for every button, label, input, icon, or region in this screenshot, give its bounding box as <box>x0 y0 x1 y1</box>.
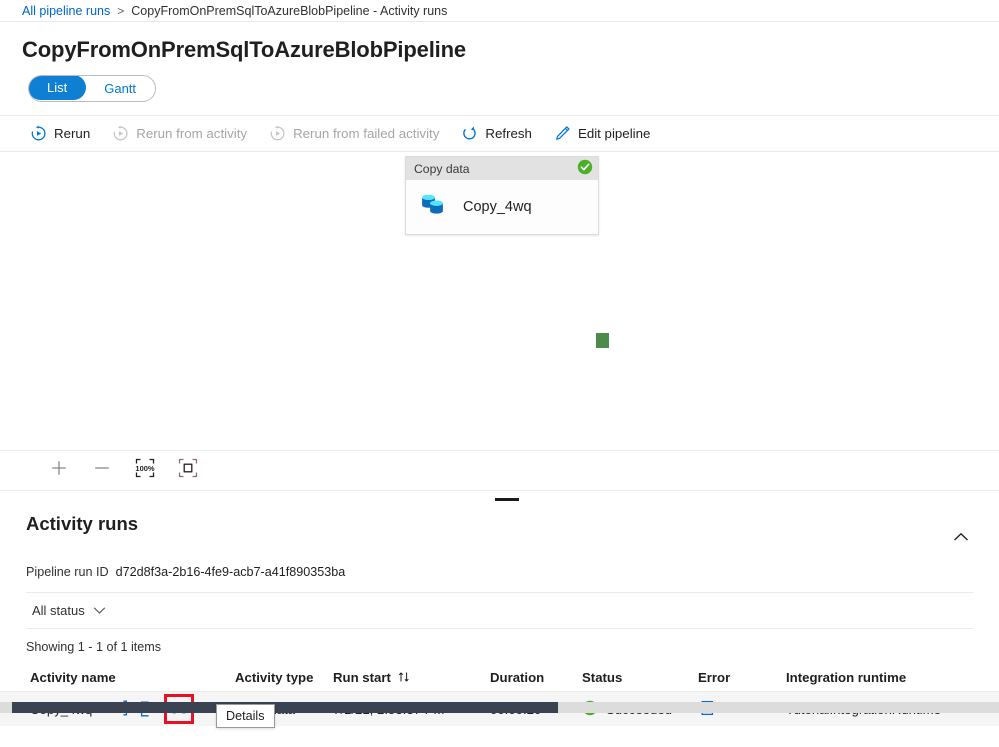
activity-node-body: Copy_4wq <box>406 180 598 234</box>
activity-node-header: Copy data <box>406 157 598 180</box>
rerun-from-failed-activity-label: Rerun from failed activity <box>293 126 439 141</box>
breadcrumb-link-all-pipeline-runs[interactable]: All pipeline runs <box>22 4 110 18</box>
refresh-icon <box>461 125 478 142</box>
page-title: CopyFromOnPremSqlToAzureBlobPipeline <box>0 22 999 63</box>
rerun-from-activity-label: Rerun from activity <box>136 126 247 141</box>
copy-data-icon <box>419 191 449 224</box>
canvas-zoom-toolbar: 100% <box>0 450 999 491</box>
activity-node-copy-data[interactable]: Copy data Copy_4wq <box>405 156 599 235</box>
activity-runs-header: Activity runs <box>0 511 999 555</box>
activity-node-output-port[interactable] <box>596 333 609 348</box>
column-header-integration-runtime[interactable]: Integration runtime <box>786 670 986 685</box>
breadcrumb-separator: > <box>117 4 124 18</box>
fit-screen-icon <box>177 457 199 484</box>
view-toggle-list[interactable]: List <box>28 75 86 100</box>
svg-text:100%: 100% <box>135 464 155 473</box>
column-header-error[interactable]: Error <box>698 670 786 685</box>
success-check-icon <box>577 159 593 178</box>
column-header-status[interactable]: Status <box>582 670 698 685</box>
rerun-from-failed-activity-button[interactable]: Rerun from failed activity <box>269 116 439 151</box>
zoom-out-button[interactable] <box>85 456 119 486</box>
status-filter-dropdown[interactable]: All status <box>26 600 112 621</box>
table-header-row: Activity name Activity type Run start Du… <box>0 663 999 692</box>
plus-icon <box>49 458 69 483</box>
breadcrumb-current: CopyFromOnPremSqlToAzureBlobPipeline - A… <box>131 4 447 18</box>
column-header-run-start[interactable]: Run start <box>333 670 490 685</box>
pipeline-run-id-label: Pipeline run ID <box>26 565 109 579</box>
activity-runs-collapse-button[interactable] <box>945 521 977 555</box>
activity-runs-table: Activity name Activity type Run start Du… <box>0 663 999 726</box>
column-header-duration[interactable]: Duration <box>490 670 582 685</box>
rerun-from-failed-activity-icon <box>269 125 286 142</box>
command-toolbar: Rerun Rerun from activity Rerun from fai… <box>0 115 999 152</box>
zoom-to-100-button[interactable]: 100% <box>128 456 162 486</box>
rerun-from-activity-icon <box>112 125 129 142</box>
minus-icon <box>92 458 112 483</box>
horizontal-scrollbar-thumb[interactable] <box>12 702 558 713</box>
activity-node-name: Copy_4wq <box>463 199 532 215</box>
pipeline-run-id-value: d72d8f3a-2b16-4fe9-acb7-a41f890353ba <box>116 565 346 579</box>
pencil-icon <box>554 125 571 142</box>
pipeline-run-id-row: Pipeline run ID d72d8f3a-2b16-4fe9-acb7-… <box>0 555 999 579</box>
zoom-in-button[interactable] <box>42 456 76 486</box>
edit-pipeline-label: Edit pipeline <box>578 126 650 141</box>
pipeline-canvas[interactable]: Copy data Copy_4wq <box>0 152 999 450</box>
sort-arrows-icon <box>397 671 411 683</box>
rerun-button[interactable]: Rerun <box>30 116 90 151</box>
column-header-activity-name[interactable]: Activity name <box>30 670 235 685</box>
view-toggle: List Gantt <box>0 63 999 102</box>
chevron-down-icon <box>93 603 106 618</box>
activity-node-type-label: Copy data <box>414 162 470 176</box>
panel-splitter[interactable] <box>0 491 999 511</box>
refresh-label: Refresh <box>485 126 532 141</box>
edit-pipeline-button[interactable]: Edit pipeline <box>554 116 650 151</box>
tooltip: Details <box>216 704 275 728</box>
chevron-up-icon <box>953 529 969 546</box>
showing-count: Showing 1 - 1 of 1 items <box>0 629 999 654</box>
splitter-handle[interactable] <box>495 498 519 501</box>
status-filter-row: All status <box>26 592 973 629</box>
breadcrumb: All pipeline runs > CopyFromOnPremSqlToA… <box>0 0 999 22</box>
rerun-label: Rerun <box>54 126 90 141</box>
column-header-run-start-label: Run start <box>333 670 391 685</box>
rerun-icon <box>30 125 47 142</box>
status-filter-label: All status <box>32 603 85 618</box>
refresh-button[interactable]: Refresh <box>461 116 532 151</box>
column-header-activity-type[interactable]: Activity type <box>235 670 333 685</box>
horizontal-scrollbar[interactable] <box>0 702 999 713</box>
fit-to-screen-button[interactable] <box>171 456 205 486</box>
activity-runs-title: Activity runs <box>26 513 138 535</box>
rerun-from-activity-button[interactable]: Rerun from activity <box>112 116 247 151</box>
view-toggle-gantt[interactable]: Gantt <box>85 76 155 101</box>
zoom-100-icon: 100% <box>134 457 156 484</box>
